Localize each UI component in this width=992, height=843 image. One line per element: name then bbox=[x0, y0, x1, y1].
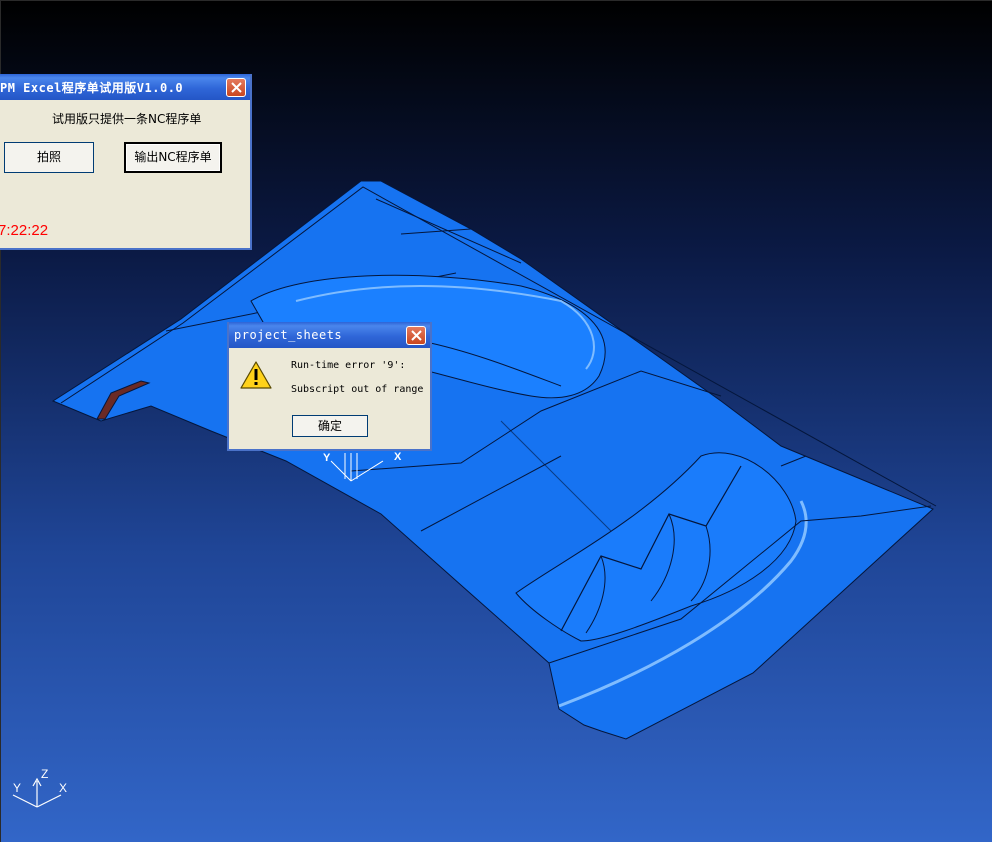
ok-button-label: 确定 bbox=[317, 419, 342, 433]
ok-button[interactable]: 确定 bbox=[292, 415, 368, 437]
export-nc-button[interactable]: 输出NC程序单 bbox=[124, 142, 222, 173]
close-icon bbox=[231, 82, 242, 93]
close-icon bbox=[411, 330, 422, 341]
error-line-1: Run-time error '9': bbox=[291, 360, 406, 371]
main-window-close-button[interactable] bbox=[226, 78, 246, 97]
main-window-title: PM Excel程序单试用版V1.0.0 bbox=[0, 81, 184, 95]
model-surface bbox=[51, 180, 934, 740]
view-axis-label-x: X bbox=[59, 781, 67, 795]
export-nc-button-label: 输出NC程序单 bbox=[134, 150, 212, 164]
model-axis-label-y: Y bbox=[323, 452, 331, 464]
view-axis-label-y: Y bbox=[13, 781, 21, 795]
main-window-titlebar[interactable]: PM Excel程序单试用版V1.0.0 bbox=[0, 74, 250, 100]
trial-message: 试用版只提供一条NC程序单 bbox=[52, 112, 202, 126]
warning-icon bbox=[240, 361, 272, 389]
error-dialog-close-button[interactable] bbox=[406, 326, 426, 345]
view-axis-label-z: Z bbox=[41, 767, 48, 781]
error-dialog: project_sheets Run-time error '9': Subsc… bbox=[227, 322, 432, 451]
error-dialog-title: project_sheets bbox=[234, 328, 343, 342]
model-axis-label-x: X bbox=[394, 451, 402, 463]
main-window: PM Excel程序单试用版V1.0.0 试用版只提供一条NC程序单 拍照 输出… bbox=[0, 74, 252, 250]
snapshot-button-label: 拍照 bbox=[36, 150, 61, 164]
error-line-2: Subscript out of range bbox=[291, 384, 424, 395]
time-display: 7:22:22 bbox=[0, 222, 49, 239]
error-dialog-titlebar[interactable]: project_sheets bbox=[229, 322, 430, 348]
snapshot-button[interactable]: 拍照 bbox=[4, 142, 94, 173]
